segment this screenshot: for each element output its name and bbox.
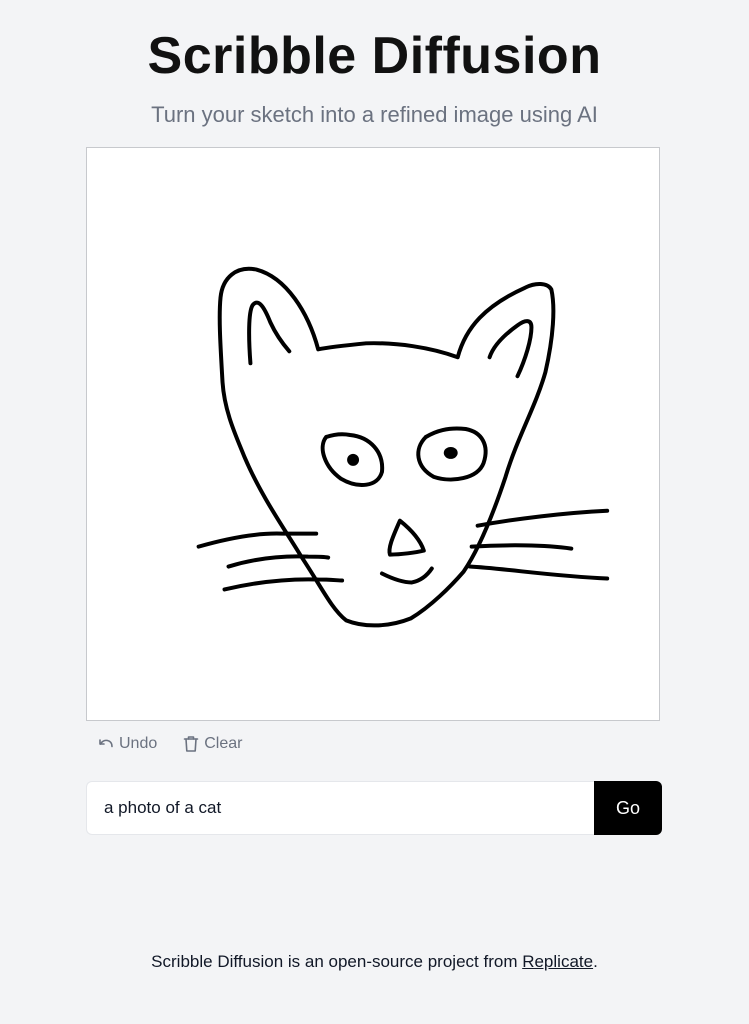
sketch-stroke-right-inner-ear: [487, 319, 534, 379]
clear-label: Clear: [204, 735, 243, 752]
footer-text: Scribble Diffusion is an open-source pro…: [151, 952, 523, 971]
cat-sketch-drawing: [196, 266, 610, 628]
canvas-toolbar: Undo Clear: [98, 732, 242, 756]
sketch-stroke-nose: [387, 518, 426, 557]
sketch-stroke-left-inner-ear: [247, 300, 292, 366]
sketch-stroke-left-whisker-1: [196, 531, 319, 549]
sketch-stroke-left-whisker-3: [222, 577, 345, 592]
sketch-stroke-right-whisker-1: [475, 508, 610, 528]
sketch-stroke-right-whisker-3: [467, 564, 610, 581]
undo-button[interactable]: Undo: [98, 735, 157, 753]
undo-label: Undo: [119, 735, 158, 752]
sketch-canvas[interactable]: [86, 147, 660, 721]
sketch-stroke-mouth: [379, 566, 434, 585]
sketch-stroke-left-whisker-2: [226, 554, 331, 569]
clear-button[interactable]: Clear: [183, 735, 242, 753]
prompt-input[interactable]: [86, 781, 594, 835]
sketch-stroke-left-pupil: [347, 453, 360, 466]
sketch-stroke-right-whisker-2: [469, 543, 574, 551]
undo-arrow-icon: [98, 736, 114, 752]
app-page: Scribble Diffusion Turn your sketch into…: [0, 0, 749, 1024]
page-subtitle: Turn your sketch into a refined image us…: [151, 102, 598, 127]
sketch-stroke-right-pupil: [443, 446, 458, 459]
replicate-link[interactable]: Replicate: [522, 952, 593, 971]
footer: Scribble Diffusion is an open-source pro…: [0, 950, 749, 974]
page-title: Scribble Diffusion: [147, 27, 602, 85]
trash-icon: [183, 735, 199, 753]
go-button[interactable]: Go: [594, 781, 662, 835]
prompt-form: Go: [86, 781, 662, 835]
footer-period: .: [593, 952, 598, 971]
